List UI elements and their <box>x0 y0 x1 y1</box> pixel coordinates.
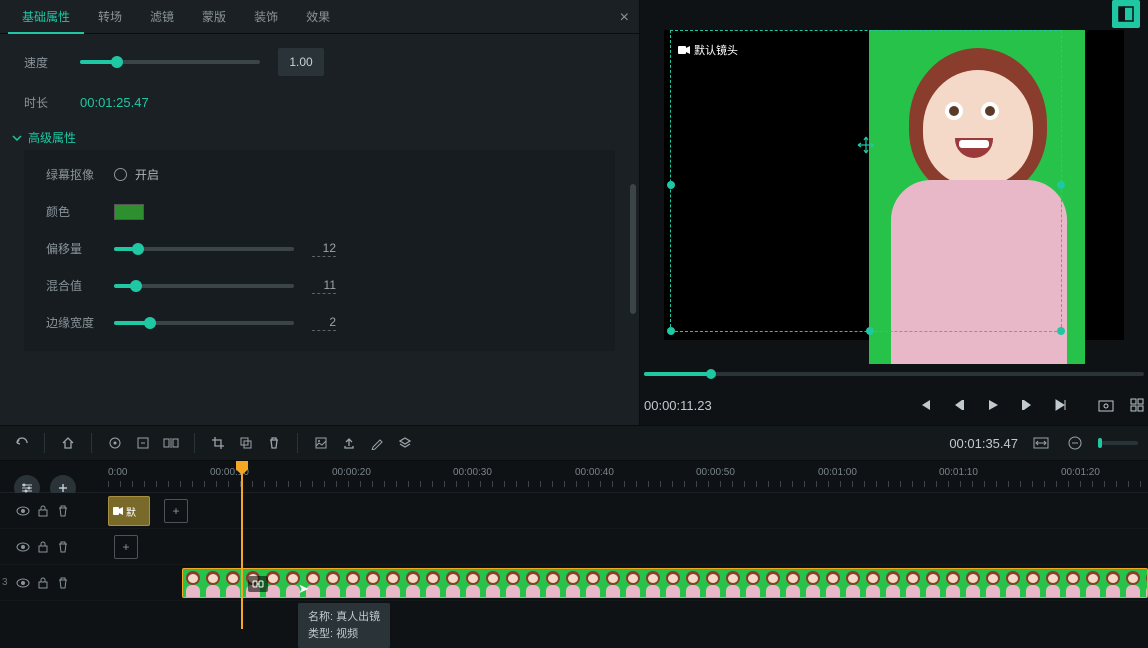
offset-label: 偏移量 <box>46 240 114 257</box>
duration-label: 时长 <box>24 94 80 111</box>
track-delete-icon[interactable] <box>56 576 70 590</box>
split-button[interactable] <box>160 432 182 454</box>
timeline-toolbar: 00:01:35.47 <box>0 425 1148 461</box>
chroma-label: 绿幕抠像 <box>46 166 114 183</box>
add-clip-button[interactable]: + <box>164 499 188 523</box>
chevron-down-icon <box>12 133 22 143</box>
track-visibility-icon[interactable] <box>16 504 30 518</box>
crop-button[interactable] <box>207 432 229 454</box>
color-label: 颜色 <box>46 203 114 220</box>
track-2: + <box>0 529 1148 565</box>
track-visibility-icon[interactable] <box>16 576 30 590</box>
fit-button[interactable] <box>132 432 154 454</box>
advanced-title: 高级属性 <box>28 129 76 146</box>
tab-decor[interactable]: 装饰 <box>240 0 292 34</box>
speed-label: 速度 <box>24 54 80 71</box>
advanced-section-toggle[interactable]: 高级属性 <box>12 129 615 146</box>
edit-button[interactable] <box>366 432 388 454</box>
ruler-tick: 00:01:00 <box>818 467 857 478</box>
panel-scrollbar[interactable] <box>630 74 636 425</box>
skip-start-button[interactable] <box>918 398 932 412</box>
track-1: 默 + <box>0 493 1148 529</box>
duration-value: 00:01:25.47 <box>80 95 149 110</box>
preview-mode-button[interactable] <box>1112 0 1140 28</box>
clip-label: 默 <box>126 504 136 519</box>
track-lock-icon[interactable] <box>36 540 50 554</box>
ruler-tick: 00:00:50 <box>696 467 735 478</box>
camera-label: 默认镜头 <box>678 42 738 58</box>
track-delete-icon[interactable] <box>56 504 70 518</box>
tab-mask[interactable]: 蒙版 <box>188 0 240 34</box>
track-lock-icon[interactable] <box>36 504 50 518</box>
advanced-card: 绿幕抠像 开启 颜色 偏移量 12 混合值 11 边缘宽度 2 <box>24 150 615 351</box>
layout-icon <box>1118 6 1134 22</box>
timeline-time: 00:01:35.47 <box>949 436 1018 451</box>
tab-transition[interactable]: 转场 <box>84 0 136 34</box>
track-delete-icon[interactable] <box>56 540 70 554</box>
blend-value[interactable]: 11 <box>312 278 336 294</box>
clip-video[interactable]: ➤ <box>182 568 1148 598</box>
clip-camera[interactable]: 默 <box>108 496 150 526</box>
play-button[interactable] <box>986 398 1000 412</box>
image-button[interactable] <box>310 432 332 454</box>
preview-time: 00:00:11.23 <box>644 398 712 413</box>
cursor-icon: ➤ <box>298 581 309 597</box>
edge-value[interactable]: 2 <box>312 315 336 331</box>
speed-slider[interactable] <box>80 60 260 64</box>
home-button[interactable] <box>57 432 79 454</box>
clip-link-icon <box>248 576 268 592</box>
grid-button[interactable] <box>1130 398 1144 412</box>
ruler-tick: 00:00:30 <box>453 467 492 478</box>
chroma-enable-label: 开启 <box>135 166 159 183</box>
add-clip-button[interactable]: + <box>114 535 138 559</box>
selection-box[interactable] <box>670 30 1062 332</box>
close-icon[interactable]: × <box>620 9 629 27</box>
prev-frame-button[interactable] <box>952 398 966 412</box>
blend-label: 混合值 <box>46 277 114 294</box>
camera-icon <box>678 45 690 55</box>
zoom-out-button[interactable] <box>1064 432 1086 454</box>
blend-slider[interactable] <box>114 284 294 288</box>
keyframe-button[interactable] <box>104 432 126 454</box>
tab-filter[interactable]: 滤镜 <box>136 0 188 34</box>
tab-effect[interactable]: 效果 <box>292 0 344 34</box>
ruler-tick: 00:01:10 <box>939 467 978 478</box>
track-number: 3 <box>2 577 8 588</box>
playhead[interactable] <box>241 461 243 629</box>
ruler-tick: 00:00:40 <box>575 467 614 478</box>
track-lock-icon[interactable] <box>36 576 50 590</box>
preview-panel: 默认镜头 00:00:11.23 <box>640 0 1148 425</box>
undo-button[interactable] <box>10 432 32 454</box>
ruler-tick: 00:01:20 <box>1061 467 1100 478</box>
track-3: 3 ➤ <box>0 565 1148 601</box>
camera-icon <box>113 507 123 515</box>
tab-basic[interactable]: 基础属性 <box>8 0 84 34</box>
speed-value[interactable]: 1.00 <box>278 48 324 76</box>
timeline-ruler[interactable]: 0:00 00:00:10 00:00:20 00:00:30 00:00:40… <box>0 461 1148 493</box>
preview-progress[interactable] <box>644 372 1144 376</box>
timeline-tracks: 默 + + 3 ➤ <box>0 493 1148 601</box>
offset-value[interactable]: 12 <box>312 241 336 257</box>
edge-label: 边缘宽度 <box>46 314 114 331</box>
capture-button[interactable] <box>1098 398 1114 412</box>
track-visibility-icon[interactable] <box>16 540 30 554</box>
edge-slider[interactable] <box>114 321 294 325</box>
copy-button[interactable] <box>235 432 257 454</box>
next-frame-button[interactable] <box>1020 398 1034 412</box>
properties-panel: 基础属性 转场 滤镜 蒙版 装饰 效果 × 速度 1.00 时长 00:01:2… <box>0 0 640 425</box>
color-swatch[interactable] <box>114 204 144 220</box>
skip-end-button[interactable] <box>1054 398 1068 412</box>
ruler-tick: 0:00 <box>108 467 127 478</box>
chroma-radio[interactable] <box>114 168 127 181</box>
clip-tooltip: 名称: 真人出镜 类型: 视频 <box>298 603 390 648</box>
layers-button[interactable] <box>394 432 416 454</box>
delete-button[interactable] <box>263 432 285 454</box>
offset-slider[interactable] <box>114 247 294 251</box>
zoom-slider[interactable] <box>1098 441 1138 445</box>
property-tabs: 基础属性 转场 滤镜 蒙版 装饰 效果 × <box>0 0 639 34</box>
fit-timeline-button[interactable] <box>1030 432 1052 454</box>
move-icon <box>856 135 876 155</box>
ruler-tick: 00:00:20 <box>332 467 371 478</box>
export-button[interactable] <box>338 432 360 454</box>
